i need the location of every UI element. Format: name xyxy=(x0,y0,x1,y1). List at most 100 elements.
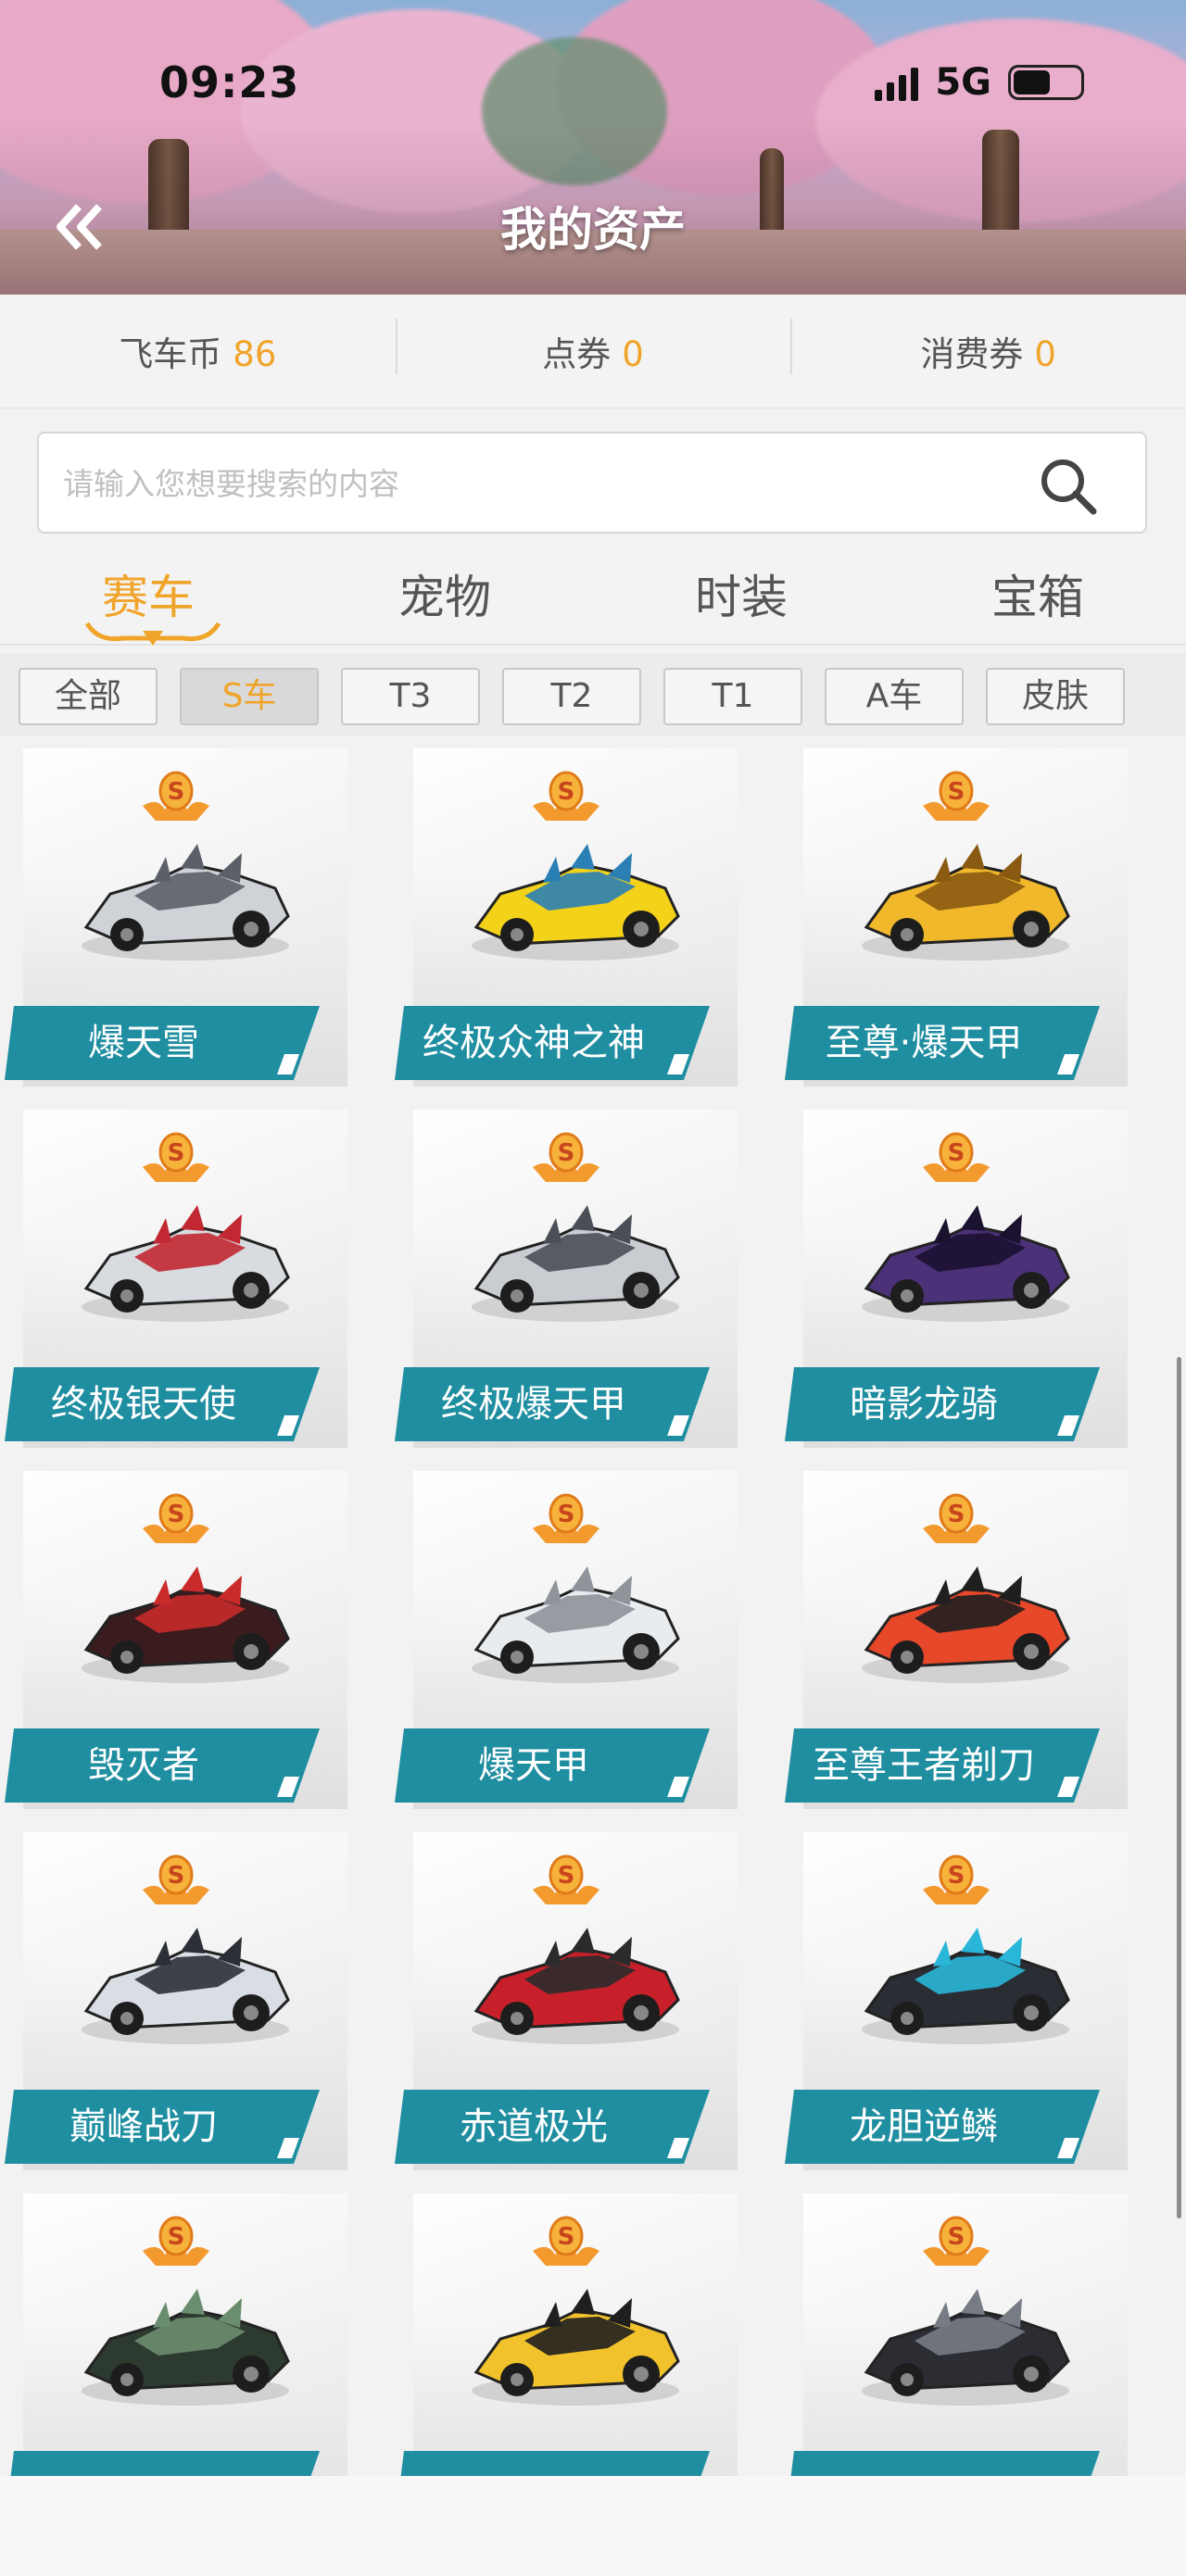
car-card[interactable]: S 爆天雪 xyxy=(5,748,347,1087)
car-image xyxy=(82,1566,290,1683)
svg-text:S: S xyxy=(948,1139,965,1167)
car-name-banner: 爆天雪 xyxy=(5,1006,320,1082)
s-rank-badge-icon: S xyxy=(143,2216,209,2266)
car-name-banner xyxy=(395,2451,710,2476)
status-time: 09:23 xyxy=(159,57,300,107)
car-name: 至尊王者剃刀 xyxy=(813,1744,1035,1787)
svg-text:S: S xyxy=(558,1501,575,1528)
car-card[interactable]: S 龙胆逆鳞 xyxy=(785,1832,1128,2170)
search-icon[interactable] xyxy=(1038,456,1099,517)
s-rank-badge-icon: S xyxy=(533,771,599,821)
tab-pets[interactable]: 宠物 xyxy=(296,542,593,644)
filter-a-class[interactable]: A车 xyxy=(825,668,964,725)
svg-text:S: S xyxy=(948,1501,965,1528)
list-bottom-spacer xyxy=(0,2476,1186,2576)
svg-text:S: S xyxy=(168,2223,185,2251)
car-name: 终极众神之神 xyxy=(423,1022,645,1064)
svg-text:S: S xyxy=(168,1501,185,1528)
s-rank-badge-icon: S xyxy=(533,1132,599,1182)
s-rank-badge-icon: S xyxy=(923,1854,990,1904)
car-name-banner: 巅峰战刀 xyxy=(5,2090,320,2166)
car-card[interactable]: S 终极爆天甲 xyxy=(395,1110,738,1448)
balance-bar: 飞车币 86 点券 0 消费券 0 xyxy=(0,295,1186,408)
svg-text:S: S xyxy=(168,1139,185,1167)
svg-text:S: S xyxy=(948,1862,965,1890)
balance-vouchers: 消费券 0 xyxy=(790,319,1186,376)
car-card[interactable]: S xyxy=(395,2193,738,2476)
s-rank-badge-icon: S xyxy=(143,771,209,821)
car-card[interactable]: S 终极众神之神 xyxy=(395,748,738,1087)
battery-icon xyxy=(1008,65,1084,100)
car-card[interactable]: S 巅峰战刀 xyxy=(5,1832,347,2170)
svg-text:S: S xyxy=(948,2223,965,2251)
car-name: 终极银天使 xyxy=(51,1383,236,1426)
car-card[interactable]: S 暗影龙骑 xyxy=(785,1110,1128,1448)
car-name-banner: 终极众神之神 xyxy=(395,1006,710,1082)
filter-t1[interactable]: T1 xyxy=(663,668,802,725)
s-rank-badge-icon: S xyxy=(143,1493,209,1543)
tab-label: 宝箱 xyxy=(991,571,1084,624)
car-image xyxy=(472,844,680,961)
filter-s-class[interactable]: S车 xyxy=(180,668,319,725)
svg-text:S: S xyxy=(168,778,185,806)
svg-text:S: S xyxy=(558,778,575,806)
car-card[interactable]: S 终极银天使 xyxy=(5,1110,347,1448)
balance-label: 消费券 xyxy=(920,334,1024,374)
car-name: 巅峰战刀 xyxy=(69,2105,218,2148)
car-name-banner xyxy=(5,2451,320,2476)
car-image xyxy=(82,1928,290,2044)
car-card[interactable]: S 爆天甲 xyxy=(395,1471,738,1809)
header-banner: 09:23 5G 我的资产 xyxy=(0,0,1186,295)
scrollbar[interactable] xyxy=(1177,1357,1181,2218)
car-card[interactable]: S xyxy=(5,2193,347,2476)
car-card[interactable]: S 赤道极光 xyxy=(395,1832,738,2170)
balance-value: 86 xyxy=(233,334,277,374)
car-card[interactable]: S xyxy=(785,2193,1128,2476)
car-name: 暗影龙骑 xyxy=(850,1383,998,1426)
svg-text:S: S xyxy=(558,2223,575,2251)
car-image xyxy=(472,1566,680,1683)
category-tabs: 赛车 宠物 时装 宝箱 xyxy=(0,542,1186,646)
car-name-banner: 终极银天使 xyxy=(5,1367,320,1443)
s-rank-badge-icon: S xyxy=(923,1132,990,1182)
car-name-banner: 终极爆天甲 xyxy=(395,1367,710,1443)
network-label: 5G xyxy=(935,61,991,104)
filter-skins[interactable]: 皮肤 xyxy=(986,668,1125,725)
car-name-banner xyxy=(785,2451,1100,2476)
car-name-banner: 爆天甲 xyxy=(395,1728,710,1804)
filter-bar: 全部 S车 T3 T2 T1 A车 皮肤 xyxy=(0,653,1186,736)
s-rank-badge-icon: S xyxy=(923,2216,990,2266)
car-card[interactable]: S 至尊王者剃刀 xyxy=(785,1471,1128,1809)
active-tab-indicator xyxy=(85,622,221,646)
filter-t2[interactable]: T2 xyxy=(502,668,641,725)
car-name: 至尊·爆天甲 xyxy=(825,1022,1023,1064)
car-name: 终极爆天甲 xyxy=(441,1383,626,1426)
status-indicators: 5G xyxy=(875,61,1084,104)
svg-text:S: S xyxy=(558,1139,575,1167)
balance-points: 点券 0 xyxy=(395,319,791,376)
filter-all[interactable]: 全部 xyxy=(19,668,158,725)
car-name-banner: 暗影龙骑 xyxy=(785,1367,1100,1443)
s-rank-badge-icon: S xyxy=(143,1854,209,1904)
car-name-banner: 至尊王者剃刀 xyxy=(785,1728,1100,1804)
car-name: 赤道极光 xyxy=(460,2105,608,2148)
car-name-banner: 毁灭者 xyxy=(5,1728,320,1804)
tab-chests[interactable]: 宝箱 xyxy=(890,542,1186,644)
signal-icon xyxy=(875,64,919,101)
tab-cars[interactable]: 赛车 xyxy=(0,542,296,646)
car-image xyxy=(82,1205,290,1322)
banner-shape xyxy=(400,2451,710,2476)
search-input[interactable] xyxy=(61,434,1028,534)
car-card[interactable]: S 至尊·爆天甲 xyxy=(785,748,1128,1087)
car-card[interactable]: S 毁灭者 xyxy=(5,1471,347,1809)
search-box xyxy=(37,432,1147,534)
s-rank-badge-icon: S xyxy=(533,1854,599,1904)
s-rank-badge-icon: S xyxy=(533,1493,599,1543)
filter-t3[interactable]: T3 xyxy=(341,668,480,725)
car-name-banner: 赤道极光 xyxy=(395,2090,710,2166)
tab-fashion[interactable]: 时装 xyxy=(593,542,890,644)
tab-label: 宠物 xyxy=(398,571,491,624)
car-name: 龙胆逆鳞 xyxy=(850,2105,998,2148)
banner-shape xyxy=(790,2451,1100,2476)
balance-label: 点券 xyxy=(542,334,612,374)
